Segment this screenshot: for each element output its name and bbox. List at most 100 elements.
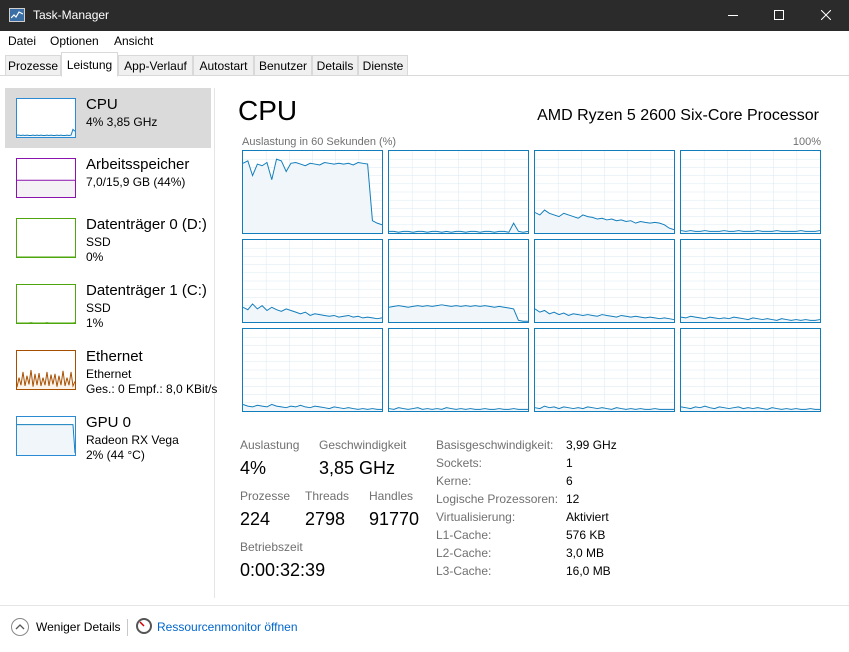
sidebar-ethernet-throughput: Ges.: 0 Empf.: 8,0 KBit/s	[86, 382, 218, 396]
core-graph-11	[680, 328, 821, 412]
info-value-l1: 576 KB	[566, 528, 606, 542]
sidebar-item-memory[interactable]: Arbeitsspeicher 7,0/15,9 GB (44%)	[5, 148, 211, 208]
logical-processor-graphs[interactable]	[242, 150, 822, 412]
sidebar-disk0-usage: 0%	[86, 250, 104, 264]
resource-sidebar: CPU 4% 3,85 GHz Arbeitsspeicher 7,0/15,9…	[5, 88, 217, 598]
ethernet-mini-graph	[16, 350, 76, 390]
minimize-button[interactable]	[710, 0, 756, 31]
info-label-virtualization: Virtualisierung:	[436, 510, 516, 524]
tab-bar: Prozesse Leistung App-Verlauf Autostart …	[0, 51, 849, 77]
uptime-value: 0:00:32:39	[240, 560, 326, 580]
memory-mini-graph	[16, 158, 76, 198]
open-resource-monitor-link[interactable]: Ressourcenmonitor öffnen	[157, 620, 298, 634]
sidebar-disk1-title: Datenträger 1 (C:)	[86, 282, 207, 299]
disk1-mini-graph	[16, 284, 76, 324]
core-graph-2	[534, 150, 675, 234]
gpu-mini-graph	[16, 416, 76, 456]
core-graph-5	[388, 239, 529, 323]
core-graph-8	[242, 328, 383, 412]
utilization-value: 4%	[240, 458, 267, 478]
sidebar-gpu-title: GPU 0	[86, 414, 132, 431]
fewer-details-button[interactable]: Weniger Details	[36, 620, 120, 634]
tab-dienste[interactable]: Dienste	[358, 55, 408, 76]
cpu-mini-line	[17, 128, 75, 136]
maximize-icon	[774, 10, 784, 20]
tab-prozesse[interactable]: Prozesse	[5, 55, 61, 76]
tab-benutzer[interactable]: Benutzer	[254, 55, 312, 76]
core-0-series-area	[243, 159, 382, 233]
processor-name: AMD Ryzen 5 2600 Six-Core Processor	[537, 107, 819, 124]
core-graph-7	[680, 239, 821, 323]
info-value-l3: 16,0 MB	[566, 564, 611, 578]
core-graph-1	[388, 150, 529, 234]
sidebar-disk1-usage: 1%	[86, 316, 104, 330]
processes-label: Prozesse	[240, 489, 291, 503]
close-button[interactable]	[803, 0, 849, 31]
title-bar: Task-Manager	[0, 0, 849, 31]
info-label-base-speed: Basisgeschwindigkeit:	[436, 438, 554, 452]
cpu-mini-graph	[16, 98, 76, 138]
graph-max-label: 100%	[792, 136, 821, 148]
sidebar-gpu-usage: 2% (44 °C)	[86, 448, 145, 462]
tab-app-verlauf[interactable]: App-Verlauf	[118, 55, 193, 76]
sidebar-disk0-type: SSD	[86, 235, 111, 249]
sidebar-cpu-title: CPU	[86, 96, 118, 113]
graph-caption: Auslastung in 60 Sekunden (%)	[242, 136, 397, 148]
tab-autostart[interactable]: Autostart	[193, 55, 254, 76]
info-label-l2: L2-Cache:	[436, 546, 492, 560]
info-label-logical: Logische Prozessoren:	[436, 492, 559, 506]
sidebar-item-cpu[interactable]: CPU 4% 3,85 GHz	[5, 88, 211, 148]
info-value-sockets: 1	[566, 456, 573, 470]
info-label-l3: L3-Cache:	[436, 564, 492, 578]
info-label-l1: L1-Cache:	[436, 528, 492, 542]
info-value-l2: 3,0 MB	[566, 546, 605, 560]
threads-label: Threads	[305, 489, 350, 503]
core-graph-10	[534, 328, 675, 412]
info-value-cores: 6	[566, 474, 573, 488]
info-value-virtualization: Aktiviert	[566, 510, 609, 524]
speed-label: Geschwindigkeit	[319, 438, 407, 452]
sidebar-item-ethernet[interactable]: Ethernet Ethernet Ges.: 0 Empf.: 8,0 KBi…	[5, 340, 217, 400]
cpu-mini-area	[17, 129, 75, 137]
core-graph-0	[242, 150, 383, 234]
sidebar-item-gpu[interactable]: GPU 0 Radeon RX Vega 2% (44 °C)	[5, 406, 211, 466]
sidebar-item-disk0[interactable]: Datenträger 0 (D:) SSD 0%	[5, 208, 211, 268]
handles-value: 91770	[369, 509, 420, 529]
sidebar-item-disk1[interactable]: Datenträger 1 (C:) SSD 1%	[5, 274, 211, 334]
core-graph-6	[534, 239, 675, 323]
sidebar-disk0-title: Datenträger 0 (D:)	[86, 216, 207, 233]
disk0-mini-graph	[16, 218, 76, 258]
threads-value: 2798	[305, 509, 346, 529]
memory-mini-fill	[17, 180, 75, 197]
menu-ansicht[interactable]: Ansicht	[114, 34, 153, 48]
info-value-base-speed: 3,99 GHz	[566, 438, 617, 452]
sidebar-ethernet-title: Ethernet	[86, 348, 143, 365]
sidebar-memory-sub: 7,0/15,9 GB (44%)	[86, 175, 186, 189]
utilization-label: Auslastung	[240, 438, 300, 452]
core-graph-4	[242, 239, 383, 323]
sidebar-cpu-sub: 4% 3,85 GHz	[86, 115, 158, 129]
menu-datei[interactable]: Datei	[8, 34, 36, 48]
gpu-mini-area	[17, 424, 75, 455]
chevron-up-icon[interactable]	[11, 618, 29, 636]
menu-bar: Datei Optionen Ansicht	[0, 31, 849, 51]
footer-divider	[127, 619, 128, 636]
info-value-logical: 12	[566, 492, 580, 506]
maximize-button[interactable]	[756, 0, 802, 31]
info-label-cores: Kerne:	[436, 474, 472, 488]
cpu-detail-panel: CPU AMD Ryzen 5 2600 Six-Core Processor …	[216, 88, 849, 598]
close-icon	[821, 10, 831, 20]
processes-value: 224	[240, 509, 271, 529]
resource-monitor-icon[interactable]	[136, 618, 152, 634]
tab-details[interactable]: Details	[312, 55, 358, 76]
sidebar-ethernet-adapter: Ethernet	[86, 367, 132, 381]
sidebar-memory-title: Arbeitsspeicher	[86, 156, 190, 173]
sidebar-disk1-type: SSD	[86, 301, 111, 315]
info-label-sockets: Sockets:	[436, 456, 483, 470]
task-manager-icon	[9, 8, 25, 22]
tab-leistung[interactable]: Leistung	[61, 52, 118, 77]
menu-optionen[interactable]: Optionen	[50, 34, 99, 48]
page-title: CPU	[238, 95, 298, 126]
sidebar-gpu-model: Radeon RX Vega	[86, 433, 179, 447]
minimize-icon	[728, 15, 738, 16]
